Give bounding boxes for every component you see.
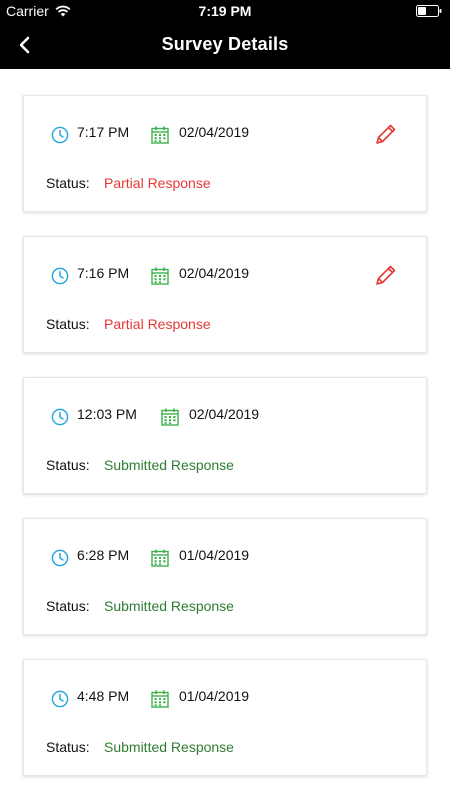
clock-icon (51, 549, 69, 567)
status-label: Status: (46, 739, 90, 755)
survey-date: 02/04/2019 (179, 124, 250, 140)
calendar-icon (161, 408, 179, 426)
survey-card[interactable]: 12:03 PM 02/04/2019 Status: Submitted Respo… (23, 377, 427, 494)
calendar-icon (151, 549, 169, 567)
calendar-icon (151, 267, 169, 285)
edit-button[interactable] (373, 262, 399, 288)
clock-icon (51, 267, 69, 285)
clock-icon (51, 690, 69, 708)
calendar-icon (151, 126, 169, 144)
survey-date: 01/04/2019 (179, 688, 250, 704)
survey-date: 02/04/2019 (189, 406, 260, 422)
status-value: Submitted Response (104, 739, 234, 755)
survey-time: 7:17 PM (77, 124, 130, 140)
clock-icon (51, 408, 69, 426)
status-label: Status: (46, 316, 90, 332)
survey-card[interactable]: 7:17 PM 02/04/2019 Status: Partial Response (23, 95, 427, 212)
status-value: Partial Response (104, 316, 211, 332)
status-value: Submitted Response (104, 457, 234, 473)
survey-date: 02/04/2019 (179, 265, 250, 281)
pencil-icon (376, 124, 396, 144)
clock-icon (51, 126, 69, 144)
status-time: 7:19 PM (198, 3, 252, 19)
status-bar: Carrier 7:19 PM (0, 0, 450, 22)
status-value: Submitted Response (104, 598, 234, 614)
survey-details-screen: Carrier 7:19 PM Survey Details 7:17 PM 02… (0, 0, 450, 800)
survey-time: 4:48 PM (77, 688, 130, 704)
survey-time: 6:28 PM (77, 547, 130, 563)
page-title: Survey Details (161, 34, 289, 54)
status-label: Status: (46, 175, 90, 191)
survey-card[interactable]: 7:16 PM 02/04/2019 Status: Partial Response (23, 236, 427, 353)
survey-card[interactable]: 6:28 PM 01/04/2019 Status: Submitted Respon… (23, 518, 427, 635)
survey-time: 12:03 PM (77, 406, 137, 422)
survey-time: 7:16 PM (77, 265, 130, 281)
survey-card[interactable]: 4:48 PM 01/04/2019 Status: Submitted Respon… (23, 659, 427, 776)
pencil-icon (376, 265, 396, 285)
survey-date: 01/04/2019 (179, 547, 250, 563)
status-label: Status: (46, 598, 90, 614)
edit-button[interactable] (373, 121, 399, 147)
battery-icon (416, 5, 442, 17)
navigation-bar: Survey Details (0, 22, 450, 69)
status-label: Status: (46, 457, 90, 473)
status-value: Partial Response (104, 175, 211, 191)
calendar-icon (151, 690, 169, 708)
